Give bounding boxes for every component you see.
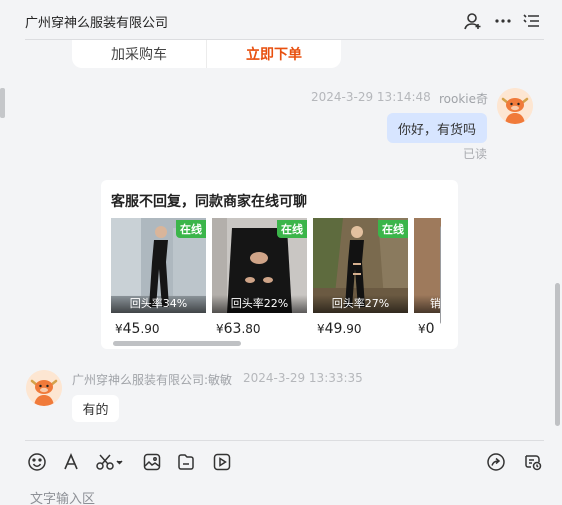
product-image[interactable]: 销 bbox=[414, 218, 441, 313]
product-image[interactable]: 在线 回头率34% bbox=[111, 218, 206, 313]
message-timestamp: 2024-3-29 13:33:35 bbox=[243, 371, 363, 385]
product-card[interactable]: 销 ¥0 bbox=[414, 218, 441, 342]
message-sender: 广州穿神么服装有限公司:敏敏 bbox=[72, 373, 233, 387]
product-image[interactable]: 在线 回头率27% bbox=[313, 218, 408, 313]
input-divider bbox=[25, 440, 544, 441]
menu-list-icon[interactable] bbox=[522, 11, 542, 31]
history-icon[interactable] bbox=[523, 452, 543, 472]
product-card[interactable]: 在线 回头率22% ¥63.80 bbox=[212, 218, 307, 342]
more-icon[interactable] bbox=[493, 11, 513, 31]
online-badge: 在线 bbox=[378, 220, 408, 238]
outgoing-message-bubble[interactable]: 你好，有货吗 bbox=[387, 113, 487, 143]
seller-avatar[interactable] bbox=[26, 370, 62, 406]
chat-header: 广州穿神么服装有限公司 bbox=[0, 0, 562, 40]
user-avatar[interactable] bbox=[497, 88, 533, 124]
product-price: ¥0 bbox=[418, 321, 435, 337]
video-icon[interactable] bbox=[212, 452, 232, 472]
add-user-icon[interactable] bbox=[463, 11, 483, 31]
product-image[interactable]: 在线 回头率22% bbox=[212, 218, 307, 313]
chat-messages: 加采购车 立即下单 2024-3-29 13:14:48 rookie奇 你好，… bbox=[0, 40, 562, 440]
product-price: ¥49.90 bbox=[317, 321, 362, 337]
chat-title: 广州穿神么服装有限公司 bbox=[25, 16, 169, 31]
product-price: ¥45.90 bbox=[115, 321, 160, 337]
buy-now-button[interactable]: 立即下单 bbox=[207, 40, 341, 68]
share-icon[interactable] bbox=[486, 452, 506, 472]
recommendation-title: 客服不回复，同款商家在线可聊 bbox=[111, 194, 307, 210]
message-sender: rookie奇 bbox=[439, 92, 489, 106]
product-card[interactable]: 在线 回头率27% ¥49.90 bbox=[313, 218, 408, 342]
carousel-vertical-scrollbar[interactable] bbox=[440, 226, 441, 324]
online-badge: 在线 bbox=[176, 220, 206, 238]
chat-scrollbar[interactable] bbox=[555, 283, 560, 426]
product-price: ¥63.80 bbox=[216, 321, 261, 337]
sales-label: 销 bbox=[414, 295, 441, 313]
add-to-cart-button[interactable]: 加采购车 bbox=[72, 40, 207, 68]
recommendation-card: 客服不回复，同款商家在线可聊 在线 回头率34% ¥45.90 在线 回头率22… bbox=[101, 180, 458, 349]
read-status: 已读 bbox=[463, 147, 488, 161]
repurchase-rate: 回头率22% bbox=[212, 295, 307, 313]
repurchase-rate: 回头率27% bbox=[313, 295, 408, 313]
product-card[interactable]: 在线 回头率34% ¥45.90 bbox=[111, 218, 206, 342]
file-icon[interactable] bbox=[176, 452, 196, 472]
order-card: 加采购车 立即下单 bbox=[72, 40, 341, 68]
emoji-icon[interactable] bbox=[27, 452, 47, 472]
message-timestamp: 2024-3-29 13:14:48 bbox=[311, 90, 431, 104]
repurchase-rate: 回头率34% bbox=[111, 295, 206, 313]
online-badge: 在线 bbox=[277, 220, 307, 238]
scissors-icon[interactable] bbox=[95, 452, 125, 472]
image-icon[interactable] bbox=[142, 452, 162, 472]
font-icon[interactable] bbox=[61, 452, 81, 472]
product-carousel[interactable]: 在线 回头率34% ¥45.90 在线 回头率22% ¥63.80 在线 回头率… bbox=[111, 218, 441, 342]
message-input[interactable]: 文字输入区 bbox=[30, 488, 95, 505]
incoming-message-bubble[interactable]: 有的 bbox=[72, 395, 119, 422]
carousel-horizontal-scrollbar[interactable] bbox=[113, 341, 241, 346]
